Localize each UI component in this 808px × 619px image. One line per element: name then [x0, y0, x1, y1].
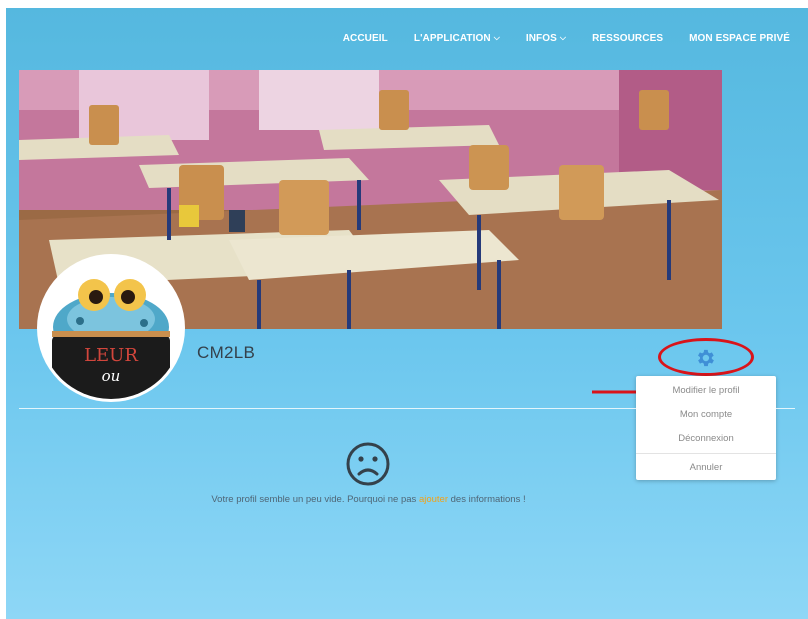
page: ACCUEIL L'APPLICATION ⌵ INFOS ⌵ RESSOURCES…: [6, 8, 808, 619]
nav-item-ressources[interactable]: RESSOURCES: [592, 33, 663, 44]
chevron-down-icon: ⌵: [559, 32, 567, 42]
frog-icon: LEUR ou: [40, 257, 182, 399]
nav-item-espace-prive[interactable]: MON ESPACE PRIVÉ: [689, 33, 790, 44]
nav-item-accueil[interactable]: ACCUEIL: [343, 33, 388, 44]
empty-text-after: des informations !: [448, 494, 526, 505]
empty-text-before: Votre profil semble un peu vide. Pourquo…: [211, 494, 419, 505]
add-info-link[interactable]: ajouter: [419, 494, 448, 505]
menu-item-modifier-profil[interactable]: Modifier le profil: [636, 379, 776, 403]
menu-item-deconnexion[interactable]: Déconnexion: [636, 427, 776, 451]
menu-item-mon-compte[interactable]: Mon compte: [636, 403, 776, 427]
avatar-text: ou: [102, 367, 121, 385]
avatar-text: LEUR: [84, 345, 138, 366]
sad-face-icon: [346, 442, 390, 486]
nav-label: MON ESPACE PRIVÉ: [689, 33, 790, 44]
empty-profile-message: Votre profil semble un peu vide. Pourquo…: [6, 494, 731, 505]
gear-icon: [698, 349, 714, 367]
chevron-down-icon: ⌵: [493, 32, 500, 42]
nav-label: RESSOURCES: [592, 33, 664, 44]
nav-label: ACCUEIL: [342, 33, 388, 44]
menu-item-annuler[interactable]: Annuler: [636, 456, 776, 480]
nav-item-infos[interactable]: INFOS ⌵: [525, 32, 567, 45]
avatar[interactable]: LEUR ou: [40, 257, 182, 399]
top-nav: ACCUEIL L'APPLICATION ⌵ INFOS ⌵ RESSOURCES…: [317, 32, 790, 45]
profile-username: CM2LB: [197, 343, 256, 362]
nav-label: L'APPLICATION: [413, 33, 491, 44]
nav-label: INFOS: [525, 33, 557, 44]
menu-divider: [636, 453, 776, 454]
settings-dropdown-menu: Modifier le profil Mon compte Déconnexio…: [636, 376, 776, 480]
settings-gear-button[interactable]: [694, 347, 716, 369]
profile-divider: [19, 408, 795, 409]
nav-item-application[interactable]: L'APPLICATION ⌵: [413, 32, 500, 45]
